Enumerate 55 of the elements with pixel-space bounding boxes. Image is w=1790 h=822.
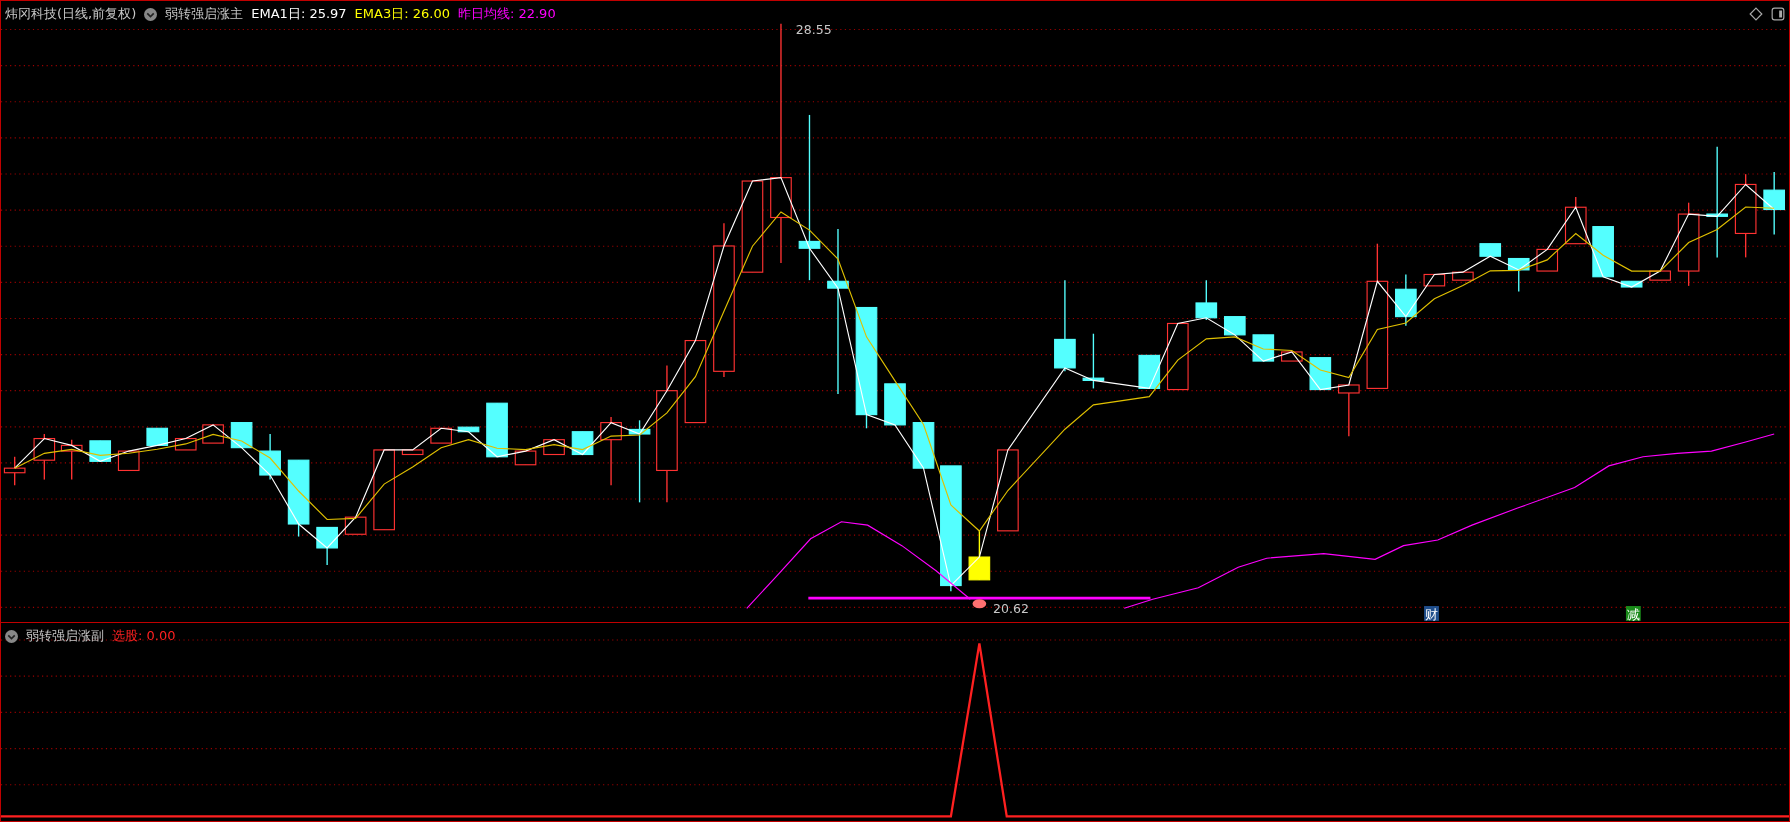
candlestick [146,427,169,447]
candlestick [1507,257,1530,293]
low-price-label: 20.62 [993,600,1029,616]
candlestick [968,530,991,581]
panel-toggle-icon[interactable] [1771,7,1785,21]
candlestick [457,426,480,433]
candlestick [1252,334,1275,362]
candlestick [1338,384,1360,437]
diamond-icon[interactable] [1749,7,1763,21]
candlestick [60,439,83,481]
candlestick [486,402,508,458]
indicator-name: 弱转强启涨副 [26,627,104,645]
candlestick [1195,279,1218,321]
candlestick [1564,196,1587,245]
candlestick [1395,273,1417,327]
candlestick [1452,271,1474,281]
candlestick [1620,280,1643,288]
chevron-down-icon[interactable] [144,7,158,21]
marker-badge: 减 [1625,606,1641,622]
candlestick [401,449,424,456]
candlestick [1479,243,1502,257]
candlestick [33,433,56,481]
candlestick [1309,356,1332,391]
candlestick [1082,333,1105,390]
legend-value: 昨日均线: 22.90 [457,5,556,23]
high-price-label: 28.55 [795,22,832,38]
candlestick [600,416,622,486]
candlestick [571,431,594,456]
candlestick [514,450,537,466]
candlestick [3,456,26,486]
marker-badge: 财 [1424,606,1439,622]
candlestick [1138,354,1161,390]
candlestick [1224,315,1246,336]
candlestick [430,427,452,444]
candlestick [1281,351,1303,362]
candlestick [912,421,935,469]
legend-value: 选股: 0.00 [112,627,176,645]
candlestick [1166,322,1189,391]
candlestick [117,450,140,472]
candlestick [1592,225,1614,278]
candlestick [230,421,253,449]
candlestick [1649,270,1671,281]
legend-value: EMA1日: 25.97 [251,5,347,23]
stock-title: 炜冈科技(日线,前复权) [5,5,137,23]
legend-value: EMA3日: 26.00 [354,5,450,23]
candlestick [884,383,906,426]
signal-icon [972,599,987,609]
candlestick [1763,171,1785,236]
candlestick [174,437,197,451]
indicator-name: 弱转强启涨主 [165,5,244,23]
candlestick [344,516,367,535]
chevron-down-icon[interactable] [5,629,18,643]
candlestick [259,433,281,481]
candlestick [1423,273,1446,287]
candlestick [316,526,338,566]
